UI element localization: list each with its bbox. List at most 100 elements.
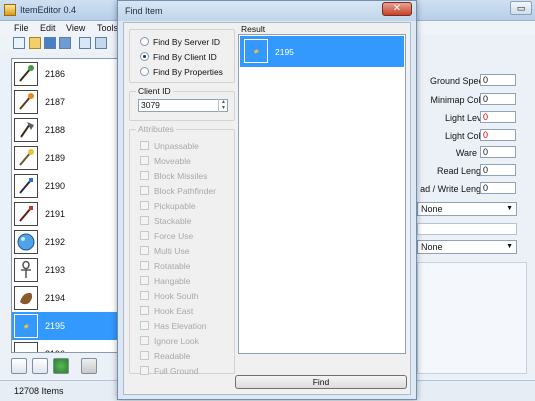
open-folder-icon[interactable] bbox=[29, 37, 41, 49]
menu-edit[interactable]: Edit bbox=[40, 23, 56, 33]
radio-icon bbox=[140, 67, 149, 76]
dropdown-1[interactable]: None ▼ bbox=[417, 202, 517, 216]
dropdown-2-value: None bbox=[421, 242, 443, 252]
list-item[interactable]: 2188 bbox=[12, 116, 119, 144]
spinner-arrows-icon[interactable]: ▲ ▼ bbox=[218, 99, 228, 112]
checkbox-label: Moveable bbox=[154, 156, 191, 166]
new-item-icon[interactable] bbox=[11, 358, 27, 374]
find-button[interactable]: Find bbox=[235, 375, 407, 389]
checkbox-label: Rotatable bbox=[154, 261, 191, 271]
checkbox-label: Force Use bbox=[154, 231, 194, 241]
checkbox-label: Hook South bbox=[154, 291, 199, 301]
list-item[interactable]: 2189 bbox=[12, 144, 119, 172]
list-item[interactable]: 2193 bbox=[12, 256, 119, 284]
close-button[interactable]: ✕ bbox=[382, 2, 412, 16]
result-item-id: 2195 bbox=[275, 47, 294, 57]
small-gold-item-icon bbox=[244, 39, 268, 63]
list-item-selected[interactable]: 2195 bbox=[12, 312, 119, 340]
client-id-input[interactable]: 3079 bbox=[138, 99, 228, 112]
dialog-title-bar: Find Item ✕ bbox=[118, 1, 416, 21]
menu-view[interactable]: View bbox=[66, 23, 85, 33]
chevron-down-icon: ▼ bbox=[506, 243, 513, 250]
list-tools bbox=[11, 358, 121, 378]
item-id-label: 2188 bbox=[45, 125, 66, 135]
staff-green-icon bbox=[14, 62, 38, 86]
checkbox-label: Readable bbox=[154, 351, 191, 361]
menu-file[interactable]: File bbox=[14, 23, 29, 33]
checkbox-label: Block Missiles bbox=[154, 171, 208, 181]
radio-icon bbox=[140, 37, 149, 46]
item-list[interactable]: 2186 2187 2188 2189 2190 2191 2192 2193 … bbox=[11, 58, 120, 353]
checkbox-icon bbox=[140, 156, 149, 165]
wand-red-icon bbox=[14, 202, 38, 226]
save-icon[interactable] bbox=[44, 37, 56, 49]
checkbox-icon bbox=[140, 216, 149, 225]
grid-icon[interactable] bbox=[95, 37, 107, 49]
item-id-label: 2190 bbox=[45, 181, 66, 191]
leather-icon bbox=[14, 286, 38, 310]
staff-gold-icon bbox=[14, 146, 38, 170]
checkbox-icon bbox=[140, 291, 149, 300]
checkbox-label: Has Elevation bbox=[154, 321, 207, 331]
item-id-label: 2195 bbox=[45, 321, 66, 331]
properties-icon[interactable] bbox=[79, 37, 91, 49]
checkbox-icon bbox=[140, 261, 149, 270]
checkbox-label: Multi Use bbox=[154, 246, 190, 256]
checkbox-icon bbox=[140, 231, 149, 240]
list-item[interactable]: 2190 bbox=[12, 172, 119, 200]
find-item-dialog: Find Item ✕ Find By Server ID Find By Cl… bbox=[117, 0, 417, 400]
radio-label: Find By Properties bbox=[153, 67, 223, 77]
ankh-icon bbox=[14, 258, 38, 282]
checkbox-label: Ignore Look bbox=[154, 336, 199, 346]
light-color-input[interactable]: 0 bbox=[480, 129, 516, 141]
menu-tools[interactable]: Tools bbox=[97, 23, 118, 33]
dialog-title: Find Item bbox=[125, 6, 163, 16]
item-id-label: 2186 bbox=[45, 69, 66, 79]
checkbox-icon bbox=[140, 186, 149, 195]
partial-item-icon bbox=[14, 342, 38, 352]
wand-blue-icon bbox=[14, 174, 38, 198]
small-gold-item-icon bbox=[14, 314, 38, 338]
list-item[interactable]: 2186 bbox=[12, 60, 119, 88]
crystal-ball-icon bbox=[14, 230, 38, 254]
list-item[interactable]: 2191 bbox=[12, 200, 119, 228]
radio-label: Find By Server ID bbox=[153, 37, 221, 47]
result-item-selected[interactable]: 2195 bbox=[240, 36, 404, 67]
staff-orange-icon bbox=[14, 90, 38, 114]
result-list[interactable]: 2195 bbox=[238, 34, 406, 354]
ware-id-input[interactable]: 0 bbox=[480, 146, 516, 158]
dialog-body: Find By Server ID Find By Client ID Find… bbox=[123, 22, 411, 395]
read-length-input[interactable]: 0 bbox=[480, 164, 516, 176]
reload-icon[interactable] bbox=[53, 358, 69, 374]
light-level-input[interactable]: 0 bbox=[480, 111, 516, 123]
text-field[interactable] bbox=[417, 223, 517, 235]
duplicate-item-icon[interactable] bbox=[32, 358, 48, 374]
ground-speed-input[interactable]: 0 bbox=[480, 74, 516, 86]
checkbox-label: Block Pathfinder bbox=[154, 186, 216, 196]
list-item[interactable]: 2192 bbox=[12, 228, 119, 256]
checkbox-icon bbox=[140, 276, 149, 285]
radio-checked-icon bbox=[140, 52, 149, 61]
item-id-label: 2192 bbox=[45, 237, 66, 247]
checkbox-label: Hangable bbox=[154, 276, 191, 286]
list-item[interactable]: 2194 bbox=[12, 284, 119, 312]
save-as-icon[interactable] bbox=[59, 37, 71, 49]
minimap-color-input[interactable]: 0 bbox=[480, 93, 516, 105]
preview-area bbox=[417, 262, 527, 374]
item-id-label: 2196 bbox=[45, 349, 65, 352]
minimize-button[interactable]: ▭ bbox=[510, 1, 532, 15]
find-item-icon[interactable] bbox=[81, 358, 97, 374]
checkbox-label: Full Ground bbox=[154, 366, 199, 376]
checkbox-icon bbox=[140, 141, 149, 150]
new-file-icon[interactable] bbox=[13, 37, 25, 49]
radio-label: Find By Client ID bbox=[153, 52, 217, 62]
write-length-input[interactable]: 0 bbox=[480, 182, 516, 194]
checkbox-icon bbox=[140, 171, 149, 180]
checkbox-icon bbox=[140, 201, 149, 210]
item-id-label: 2193 bbox=[45, 265, 66, 275]
checkbox-icon bbox=[140, 306, 149, 315]
list-item[interactable]: 2196 bbox=[12, 340, 119, 352]
checkbox-label: Stackable bbox=[154, 216, 192, 226]
list-item[interactable]: 2187 bbox=[12, 88, 119, 116]
dropdown-2[interactable]: None ▼ bbox=[417, 240, 517, 254]
